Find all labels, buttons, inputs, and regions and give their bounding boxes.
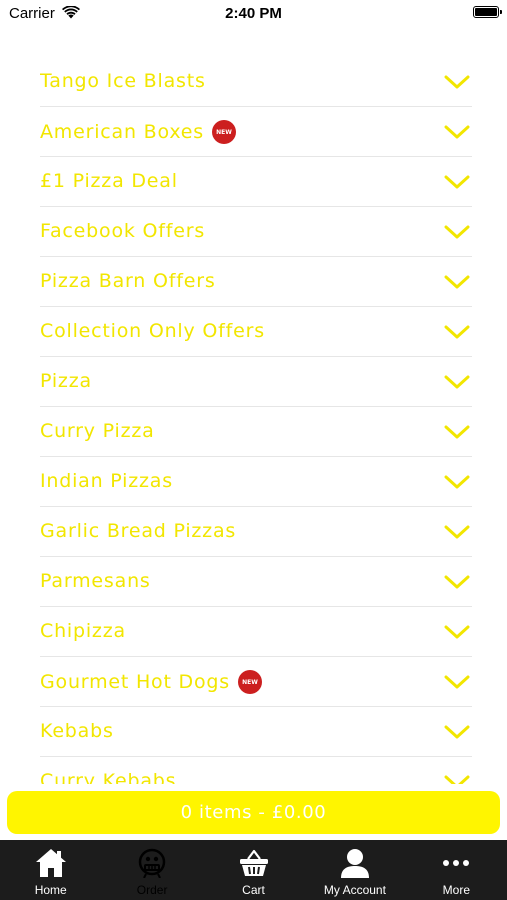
more-icon <box>443 860 470 866</box>
menu-category-label: Garlic Bread Pizzas <box>40 520 237 542</box>
menu-category-label: Tango Ice Blasts <box>40 70 206 92</box>
new-badge: NEW <box>237 670 262 694</box>
chevron-down-icon[interactable] <box>444 124 470 140</box>
menu-category-label: Curry Pizza <box>40 420 155 442</box>
chevron-down-icon[interactable] <box>444 474 470 490</box>
menu-category-label: Curry Kebabs <box>40 770 177 784</box>
tab-label: More <box>442 883 470 897</box>
menu-category-label: Pizza <box>40 370 92 392</box>
tab-more[interactable]: More <box>406 840 507 900</box>
tab-label: My Account <box>323 883 386 897</box>
menu-category-item[interactable]: Curry Pizza <box>40 407 472 457</box>
chevron-down-icon[interactable] <box>444 174 470 190</box>
tab-bar: Home Order Cart My Account More <box>0 840 507 900</box>
menu-category-item[interactable]: Chipizza <box>40 607 472 657</box>
tab-label: Order <box>136 883 168 897</box>
chevron-down-icon[interactable] <box>444 424 470 440</box>
menu-category-item[interactable]: Parmesans <box>40 557 472 607</box>
view-cart-button[interactable]: 0 items - £0.00 <box>7 791 500 834</box>
chevron-down-icon[interactable] <box>444 674 470 690</box>
menu-category-item[interactable]: Gourmet Hot Dogs NEW <box>40 657 472 707</box>
tab-cart[interactable]: Cart <box>203 840 304 900</box>
menu-category-label: Chipizza <box>40 620 126 642</box>
cart-summary-label: 0 items - £0.00 <box>180 802 327 823</box>
menu-category-label: Collection Only Offers <box>40 320 265 342</box>
menu-category-label: Gourmet Hot Dogs NEW <box>40 670 262 694</box>
menu-category-item[interactable]: Tango Ice Blasts <box>40 57 472 107</box>
tab-label: Cart <box>242 883 265 897</box>
menu-category-item[interactable]: Indian Pizzas <box>40 457 472 507</box>
chevron-down-icon[interactable] <box>444 724 470 740</box>
menu-category-label: £1 Pizza Deal <box>40 170 178 192</box>
menu-category-item[interactable]: Pizza Barn Offers <box>40 257 472 307</box>
tab-label: Home <box>34 883 67 897</box>
new-badge: NEW <box>211 120 236 144</box>
chevron-down-icon[interactable] <box>444 624 470 640</box>
menu-category-item[interactable]: Facebook Offers <box>40 207 472 257</box>
menu-category-item[interactable]: Collection Only Offers <box>40 307 472 357</box>
chevron-down-icon[interactable] <box>444 374 470 390</box>
chevron-down-icon[interactable] <box>444 524 470 540</box>
chevron-down-icon[interactable] <box>444 324 470 340</box>
tab-order[interactable]: Order <box>101 840 202 900</box>
menu-category-item[interactable]: Kebabs <box>40 707 472 757</box>
menu-category-label: Pizza Barn Offers <box>40 270 216 292</box>
order-icon <box>138 848 166 878</box>
menu-category-label: Parmesans <box>40 570 151 592</box>
chevron-down-icon[interactable] <box>444 74 470 90</box>
menu-category-item[interactable]: Pizza <box>40 357 472 407</box>
menu-category-list[interactable]: Tango Ice Blasts American Boxes NEW £1 Pi… <box>40 57 472 784</box>
menu-category-item[interactable]: £1 Pizza Deal <box>40 157 472 207</box>
home-icon <box>35 849 66 877</box>
menu-category-label: Indian Pizzas <box>40 470 173 492</box>
tab-home[interactable]: Home <box>0 840 101 900</box>
chevron-down-icon[interactable] <box>444 224 470 240</box>
menu-category-item[interactable]: Garlic Bread Pizzas <box>40 507 472 557</box>
battery-icon <box>473 6 502 18</box>
chevron-down-icon[interactable] <box>444 774 470 784</box>
account-icon <box>340 849 369 878</box>
menu-category-label: Kebabs <box>40 720 114 742</box>
menu-category-item[interactable]: American Boxes NEW <box>40 107 472 157</box>
menu-category-label: Facebook Offers <box>40 220 206 242</box>
menu-category-item[interactable]: Curry Kebabs <box>40 757 472 784</box>
chevron-down-icon[interactable] <box>444 274 470 290</box>
chevron-down-icon[interactable] <box>444 574 470 590</box>
tab-my-account[interactable]: My Account <box>304 840 405 900</box>
clock: 2:40 PM <box>225 5 282 22</box>
status-bar: Carrier 2:40 PM <box>0 0 507 30</box>
menu-category-label: American Boxes NEW <box>40 120 236 144</box>
cart-icon <box>239 849 268 876</box>
